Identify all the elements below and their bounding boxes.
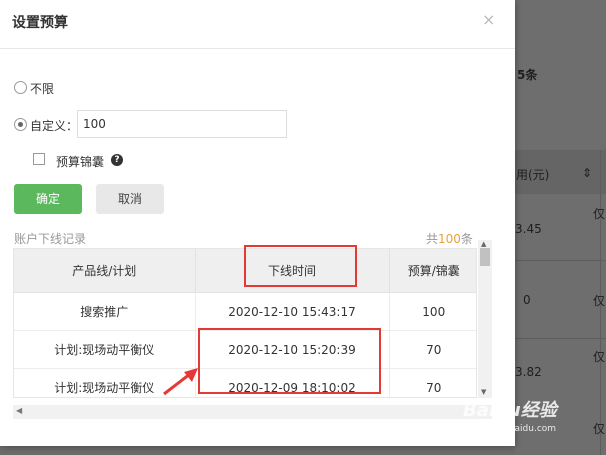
custom-radio[interactable] xyxy=(14,118,27,131)
watermark-logo: Baidu经验 xyxy=(463,400,557,421)
arrow-icon xyxy=(163,368,198,396)
sort-icon: ⇕ xyxy=(582,166,593,180)
count-suffix: 条 xyxy=(460,232,473,246)
bg-cell: 0 xyxy=(523,293,531,307)
bg-cell: 3.45 xyxy=(515,222,542,236)
records-title: 账户下线记录 xyxy=(14,232,87,246)
bg-cell: 仅 xyxy=(593,422,606,436)
column-header: 预算/锦囊 xyxy=(389,249,476,293)
scroll-down-icon[interactable]: ▼ xyxy=(481,388,486,396)
help-icon[interactable]: ? xyxy=(111,154,123,166)
bg-cell: 3.82 xyxy=(515,365,542,379)
column-header: 产品线/计划 xyxy=(14,249,196,293)
scroll-up-icon[interactable]: ▲ xyxy=(481,240,486,248)
budget-brocade-label: 预算锦囊 xyxy=(56,155,105,169)
table-cell: 70 xyxy=(389,330,476,369)
bg-cell: 仅 xyxy=(593,350,606,364)
custom-label: 自定义： xyxy=(30,119,79,133)
close-icon[interactable]: × xyxy=(482,10,495,29)
dialog-title: 设置预算 xyxy=(12,15,68,31)
vertical-scrollbar[interactable]: ▲ ▼ xyxy=(478,240,492,398)
highlight-box-times xyxy=(198,328,381,394)
horizontal-scrollbar[interactable]: ◀ xyxy=(13,405,492,419)
table-cell: 2020-12-10 15:43:17 xyxy=(195,292,390,331)
custom-budget-input[interactable]: 100 xyxy=(77,110,287,138)
scroll-left-icon[interactable]: ◀ xyxy=(16,406,22,415)
bg-count-text: 5条 xyxy=(517,68,538,82)
count-value: 100 xyxy=(438,232,461,246)
bg-cell: 仅 xyxy=(593,207,606,221)
table-cell: 70 xyxy=(389,368,476,397)
watermark: Baidu经验 jingyan.baidu.com xyxy=(463,396,557,434)
unlimited-label: 不限 xyxy=(30,82,55,96)
scroll-thumb[interactable] xyxy=(480,248,490,266)
bg-divider xyxy=(515,338,606,339)
table-cell: 搜索推广 xyxy=(14,292,196,331)
cancel-button[interactable]: 取消 xyxy=(96,184,164,214)
records-count: 共100条 xyxy=(426,230,473,247)
confirm-button[interactable]: 确定 xyxy=(14,184,82,214)
bg-column-header: 用(元) xyxy=(516,168,550,182)
watermark-site: jingyan.baidu.com xyxy=(473,424,557,434)
background-page: 5条 用(元) ⇕ 3.45 仅 0 仅 3.82 仅 仅 xyxy=(515,0,606,455)
unlimited-radio[interactable] xyxy=(14,81,27,94)
bg-cell: 仅 xyxy=(593,294,606,308)
highlight-box-header xyxy=(244,245,357,287)
count-prefix: 共 xyxy=(426,232,439,246)
table-cell: 计划:现场动平衡仪 xyxy=(14,330,196,369)
header-divider xyxy=(0,48,515,49)
table-cell: 100 xyxy=(389,292,476,331)
bg-divider xyxy=(515,260,606,261)
budget-brocade-checkbox[interactable] xyxy=(33,153,45,165)
table-row: 搜索推广 2020-12-10 15:43:17 100 xyxy=(14,292,476,331)
